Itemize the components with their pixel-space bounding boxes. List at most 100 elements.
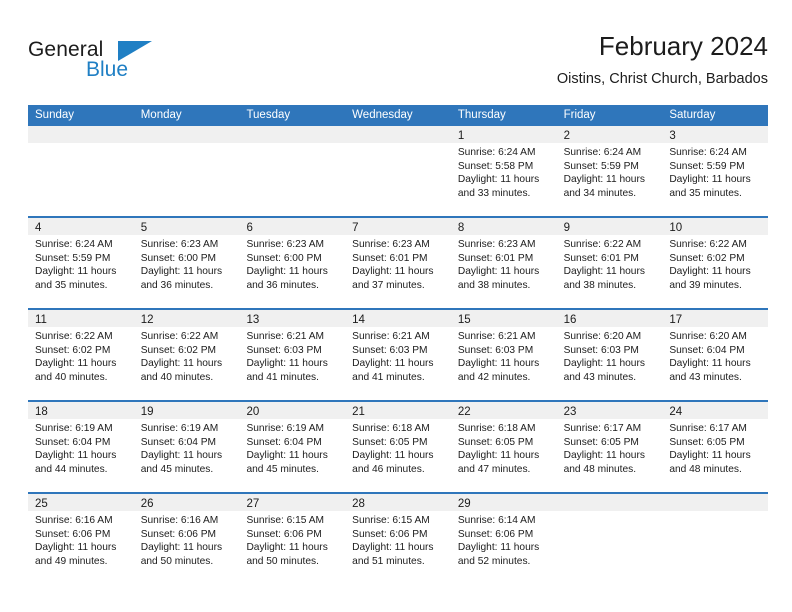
calendar-day-cell[interactable]: 11 Sunrise: 6:22 AM Sunset: 6:02 PM Dayligh… <box>28 310 134 400</box>
calendar-day-cell[interactable]: 19 Sunrise: 6:19 AM Sunset: 6:04 PM Dayligh… <box>133 402 240 492</box>
calendar-day-cell[interactable]: 13 Sunrise: 6:21 AM Sunset: 6:03 PM Dayligh… <box>239 310 346 400</box>
day-detail-line: and 52 minutes. <box>457 555 531 567</box>
day-number-band: 7 <box>345 218 451 235</box>
day-number: 10 <box>669 222 683 234</box>
day-detail-line: and 41 minutes. <box>246 371 319 383</box>
day-number: 15 <box>457 314 471 326</box>
day-detail-line: and 38 minutes. <box>457 279 531 291</box>
day-detail-line: Daylight: 11 hours <box>563 266 645 277</box>
day-detail-line: Daylight: 11 hours <box>246 542 328 553</box>
calendar-day-cell[interactable]: 8 Sunrise: 6:23 AM Sunset: 6:01 PM Daylight… <box>450 218 557 308</box>
day-details: Sunrise: 6:19 AM Sunset: 6:04 PM Daylight:… <box>28 419 134 476</box>
calendar-day-cell[interactable]: 24 Sunrise: 6:17 AM Sunset: 6:05 PM Dayligh… <box>662 402 769 492</box>
day-detail-line: Sunrise: 6:16 AM <box>35 515 113 526</box>
day-details: Sunrise: 6:19 AM Sunset: 6:04 PM Daylight:… <box>134 419 240 476</box>
day-detail-line: Sunset: 6:01 PM <box>457 252 534 264</box>
calendar-week-row: 4 Sunrise: 6:24 AM Sunset: 5:59 PM Daylight… <box>28 216 769 308</box>
day-details: Sunrise: 6:21 AM Sunset: 6:03 PM Daylight:… <box>451 327 557 384</box>
calendar-day-cell[interactable]: 28 Sunrise: 6:15 AM Sunset: 6:06 PM Dayligh… <box>345 494 451 584</box>
day-detail-line: Daylight: 11 hours <box>457 266 540 277</box>
day-number: 5 <box>140 222 148 234</box>
page-title: February 2024 <box>598 31 768 61</box>
calendar-day-cell[interactable]: 5 Sunrise: 6:23 AM Sunset: 6:00 PM Daylight… <box>133 218 240 308</box>
day-details: Sunrise: 6:17 AM Sunset: 6:05 PM Daylight:… <box>557 419 663 476</box>
calendar-day-cell[interactable]: 1 Sunrise: 6:24 AM Sunset: 5:58 PM Daylight… <box>450 126 557 216</box>
calendar-day-cell[interactable]: 29 Sunrise: 6:14 AM Sunset: 6:06 PM Dayligh… <box>450 494 557 584</box>
day-detail-line: Daylight: 11 hours <box>246 358 328 369</box>
day-details: Sunrise: 6:15 AM Sunset: 6:06 PM Daylight:… <box>239 511 345 568</box>
day-number-band: 19 <box>133 402 240 419</box>
calendar-page: General Blue February 2024 Oistins, Chri… <box>0 0 792 612</box>
day-details: Sunrise: 6:22 AM Sunset: 6:02 PM Daylight:… <box>662 235 768 292</box>
day-detail-line: Sunset: 5:59 PM <box>563 160 639 172</box>
calendar-day-cell-empty <box>556 494 663 584</box>
day-details: Sunrise: 6:24 AM Sunset: 5:58 PM Daylight:… <box>451 143 557 200</box>
day-detail-line: Sunset: 6:06 PM <box>140 528 217 540</box>
day-detail-line: and 46 minutes. <box>352 463 425 475</box>
calendar-day-cell[interactable]: 4 Sunrise: 6:24 AM Sunset: 5:59 PM Daylight… <box>28 218 134 308</box>
day-number: 21 <box>352 406 365 418</box>
day-detail-line: Sunrise: 6:24 AM <box>669 147 747 158</box>
day-detail-line: Daylight: 11 hours <box>352 450 434 461</box>
day-detail-line: Sunrise: 6:24 AM <box>457 147 536 158</box>
day-detail-line: Sunset: 6:01 PM <box>352 252 428 264</box>
day-number: 18 <box>35 406 48 418</box>
day-number: 2 <box>563 130 570 142</box>
day-number: 23 <box>563 406 577 418</box>
calendar-day-cell[interactable]: 25 Sunrise: 6:16 AM Sunset: 6:06 PM Dayligh… <box>28 494 134 584</box>
day-detail-line: Sunset: 5:59 PM <box>669 160 745 172</box>
calendar-day-cell[interactable]: 22 Sunrise: 6:18 AM Sunset: 6:05 PM Dayligh… <box>450 402 557 492</box>
day-number: 19 <box>140 406 154 418</box>
day-detail-line: Daylight: 11 hours <box>35 358 117 369</box>
day-details <box>134 143 240 146</box>
calendar-day-cell[interactable]: 2 Sunrise: 6:24 AM Sunset: 5:59 PM Daylight… <box>556 126 663 216</box>
day-detail-line: Sunset: 6:03 PM <box>352 344 428 356</box>
calendar-day-cell[interactable]: 23 Sunrise: 6:17 AM Sunset: 6:05 PM Dayligh… <box>556 402 663 492</box>
calendar-day-cell[interactable]: 20 Sunrise: 6:19 AM Sunset: 6:04 PM Dayligh… <box>239 402 346 492</box>
calendar-day-cell[interactable]: 14 Sunrise: 6:21 AM Sunset: 6:03 PM Dayligh… <box>345 310 451 400</box>
day-detail-line: Sunset: 6:03 PM <box>246 344 322 356</box>
calendar-day-cell[interactable]: 6 Sunrise: 6:23 AM Sunset: 6:00 PM Daylight… <box>239 218 346 308</box>
day-detail-line: Sunrise: 6:19 AM <box>35 423 113 434</box>
day-number-band: 28 <box>345 494 451 511</box>
day-detail-line: Sunset: 6:06 PM <box>35 528 111 540</box>
day-detail-line: Sunset: 6:02 PM <box>35 344 111 356</box>
calendar-day-cell[interactable]: 12 Sunrise: 6:22 AM Sunset: 6:02 PM Dayligh… <box>133 310 240 400</box>
day-number: 1 <box>457 130 465 142</box>
calendar-day-cell[interactable]: 3 Sunrise: 6:24 AM Sunset: 5:59 PM Daylight… <box>662 126 769 216</box>
day-detail-line: Daylight: 11 hours <box>140 450 223 461</box>
calendar-day-cell-empty <box>662 494 769 584</box>
general-blue-logo[interactable]: General Blue <box>28 38 268 94</box>
day-number-band: 16 <box>556 310 663 327</box>
day-details: Sunrise: 6:24 AM Sunset: 5:59 PM Daylight:… <box>557 143 663 200</box>
day-number-band: 25 <box>28 494 134 511</box>
calendar-day-cell[interactable]: 17 Sunrise: 6:20 AM Sunset: 6:04 PM Dayligh… <box>662 310 769 400</box>
page-subtitle: Oistins, Christ Church, Barbados <box>556 71 768 87</box>
day-details: Sunrise: 6:23 AM Sunset: 6:00 PM Daylight:… <box>239 235 345 292</box>
day-detail-line: Sunset: 6:03 PM <box>563 344 639 356</box>
calendar-day-cell[interactable]: 27 Sunrise: 6:15 AM Sunset: 6:06 PM Dayligh… <box>239 494 346 584</box>
day-number-band <box>662 494 769 511</box>
day-number-band: 27 <box>239 494 346 511</box>
calendar-day-cell-empty <box>133 126 240 216</box>
day-detail-line: Sunset: 5:58 PM <box>457 160 534 172</box>
day-number-band: 4 <box>28 218 134 235</box>
calendar-day-cell[interactable]: 10 Sunrise: 6:22 AM Sunset: 6:02 PM Dayligh… <box>662 218 769 308</box>
day-number: 9 <box>563 222 570 234</box>
day-detail-line: Daylight: 11 hours <box>457 358 540 369</box>
calendar-day-cell[interactable]: 15 Sunrise: 6:21 AM Sunset: 6:03 PM Dayligh… <box>450 310 557 400</box>
calendar-day-cell[interactable]: 16 Sunrise: 6:20 AM Sunset: 6:03 PM Dayligh… <box>556 310 663 400</box>
calendar-day-cell[interactable]: 9 Sunrise: 6:22 AM Sunset: 6:01 PM Daylight… <box>556 218 663 308</box>
day-detail-line: Sunrise: 6:22 AM <box>563 239 642 250</box>
day-detail-line: Sunrise: 6:23 AM <box>352 239 430 250</box>
day-detail-line: Daylight: 11 hours <box>140 266 223 277</box>
calendar-week-row: 11 Sunrise: 6:22 AM Sunset: 6:02 PM Dayligh… <box>28 308 769 400</box>
day-number-band: 21 <box>345 402 451 419</box>
calendar-day-cell[interactable]: 26 Sunrise: 6:16 AM Sunset: 6:06 PM Dayligh… <box>133 494 240 584</box>
day-detail-line: Daylight: 11 hours <box>563 450 645 461</box>
weekday-header-saturday: Saturday <box>669 109 716 121</box>
calendar-day-cell[interactable]: 21 Sunrise: 6:18 AM Sunset: 6:05 PM Dayligh… <box>345 402 451 492</box>
day-number: 11 <box>35 314 47 326</box>
calendar-day-cell[interactable]: 7 Sunrise: 6:23 AM Sunset: 6:01 PM Daylight… <box>345 218 451 308</box>
calendar-day-cell[interactable]: 18 Sunrise: 6:19 AM Sunset: 6:04 PM Dayligh… <box>28 402 134 492</box>
